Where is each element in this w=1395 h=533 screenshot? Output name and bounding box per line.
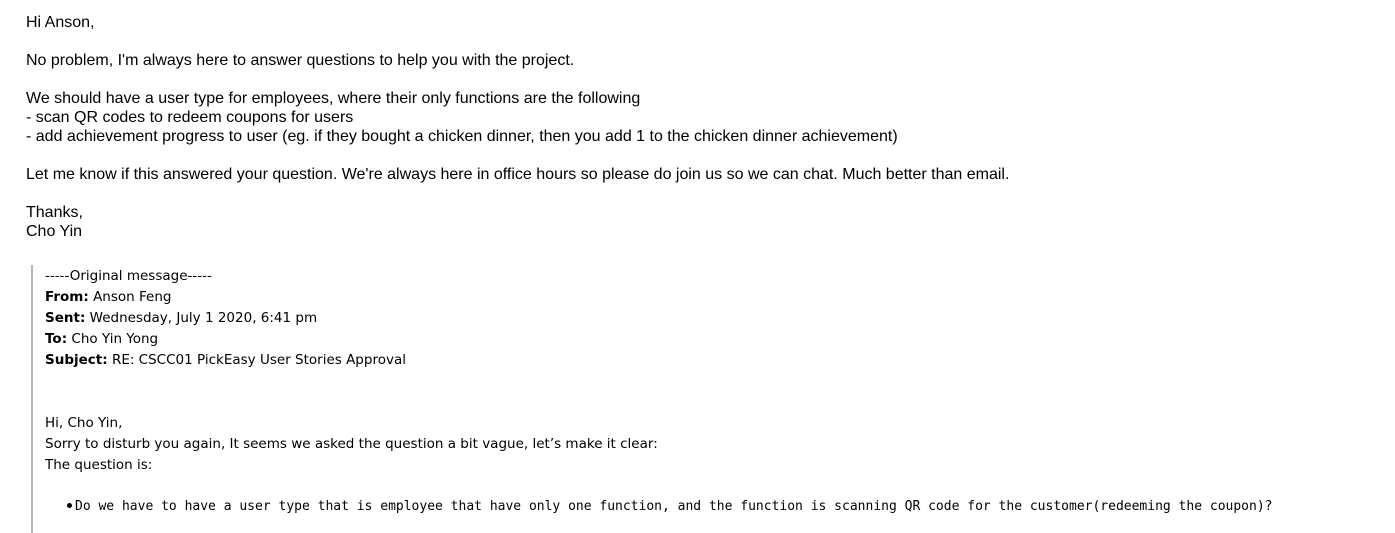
reply-line: No problem, I'm always here to answer qu… bbox=[26, 52, 575, 69]
sent-value: Wednesday, July 1 2020, 6:41 pm bbox=[89, 310, 318, 326]
from-value: Anson Feng bbox=[93, 289, 172, 305]
reply-line: We should have a user type for employees… bbox=[26, 90, 641, 107]
subject-value: RE: CSCC01 PickEasy User Stories Approva… bbox=[111, 352, 406, 368]
original-greeting: Hi, Cho Yin, bbox=[45, 415, 123, 431]
reply-line: Let me know if this answered your questi… bbox=[26, 166, 1010, 183]
reply-signature: Cho Yin bbox=[26, 223, 83, 240]
original-line: The question is: bbox=[45, 457, 153, 473]
reply-signoff: Thanks, bbox=[26, 204, 83, 221]
sent-label: Sent: bbox=[45, 310, 86, 326]
reply-greeting: Hi Anson, bbox=[26, 14, 95, 31]
reply-bullet: - add achievement progress to user (eg. … bbox=[26, 128, 898, 145]
to-value: Cho Yin Yong bbox=[71, 331, 159, 347]
quoted-original-message: -----Original message----- From: Anson F… bbox=[31, 265, 1371, 533]
bullet-icon bbox=[67, 503, 72, 508]
subject-label: Subject: bbox=[45, 352, 108, 368]
question-text: Do we have to have a user type that is e… bbox=[75, 499, 1273, 514]
subject-line: Subject: RE: CSCC01 PickEasy User Storie… bbox=[45, 350, 406, 370]
original-line: Sorry to disturb you again, It seems we … bbox=[45, 436, 658, 452]
reply-body: Hi Anson, No problem, I'm always here to… bbox=[26, 13, 1009, 241]
sent-line: Sent: Wednesday, July 1 2020, 6:41 pm bbox=[45, 308, 317, 328]
question-list-item: Do we have to have a user type that is e… bbox=[67, 497, 1272, 517]
original-message-header: -----Original message----- bbox=[45, 268, 212, 284]
from-label: From: bbox=[45, 289, 89, 305]
to-label: To: bbox=[45, 331, 68, 347]
to-line: To: Cho Yin Yong bbox=[45, 329, 158, 349]
reply-bullet: - scan QR codes to redeem coupons for us… bbox=[26, 109, 354, 126]
from-line: From: Anson Feng bbox=[45, 287, 171, 307]
